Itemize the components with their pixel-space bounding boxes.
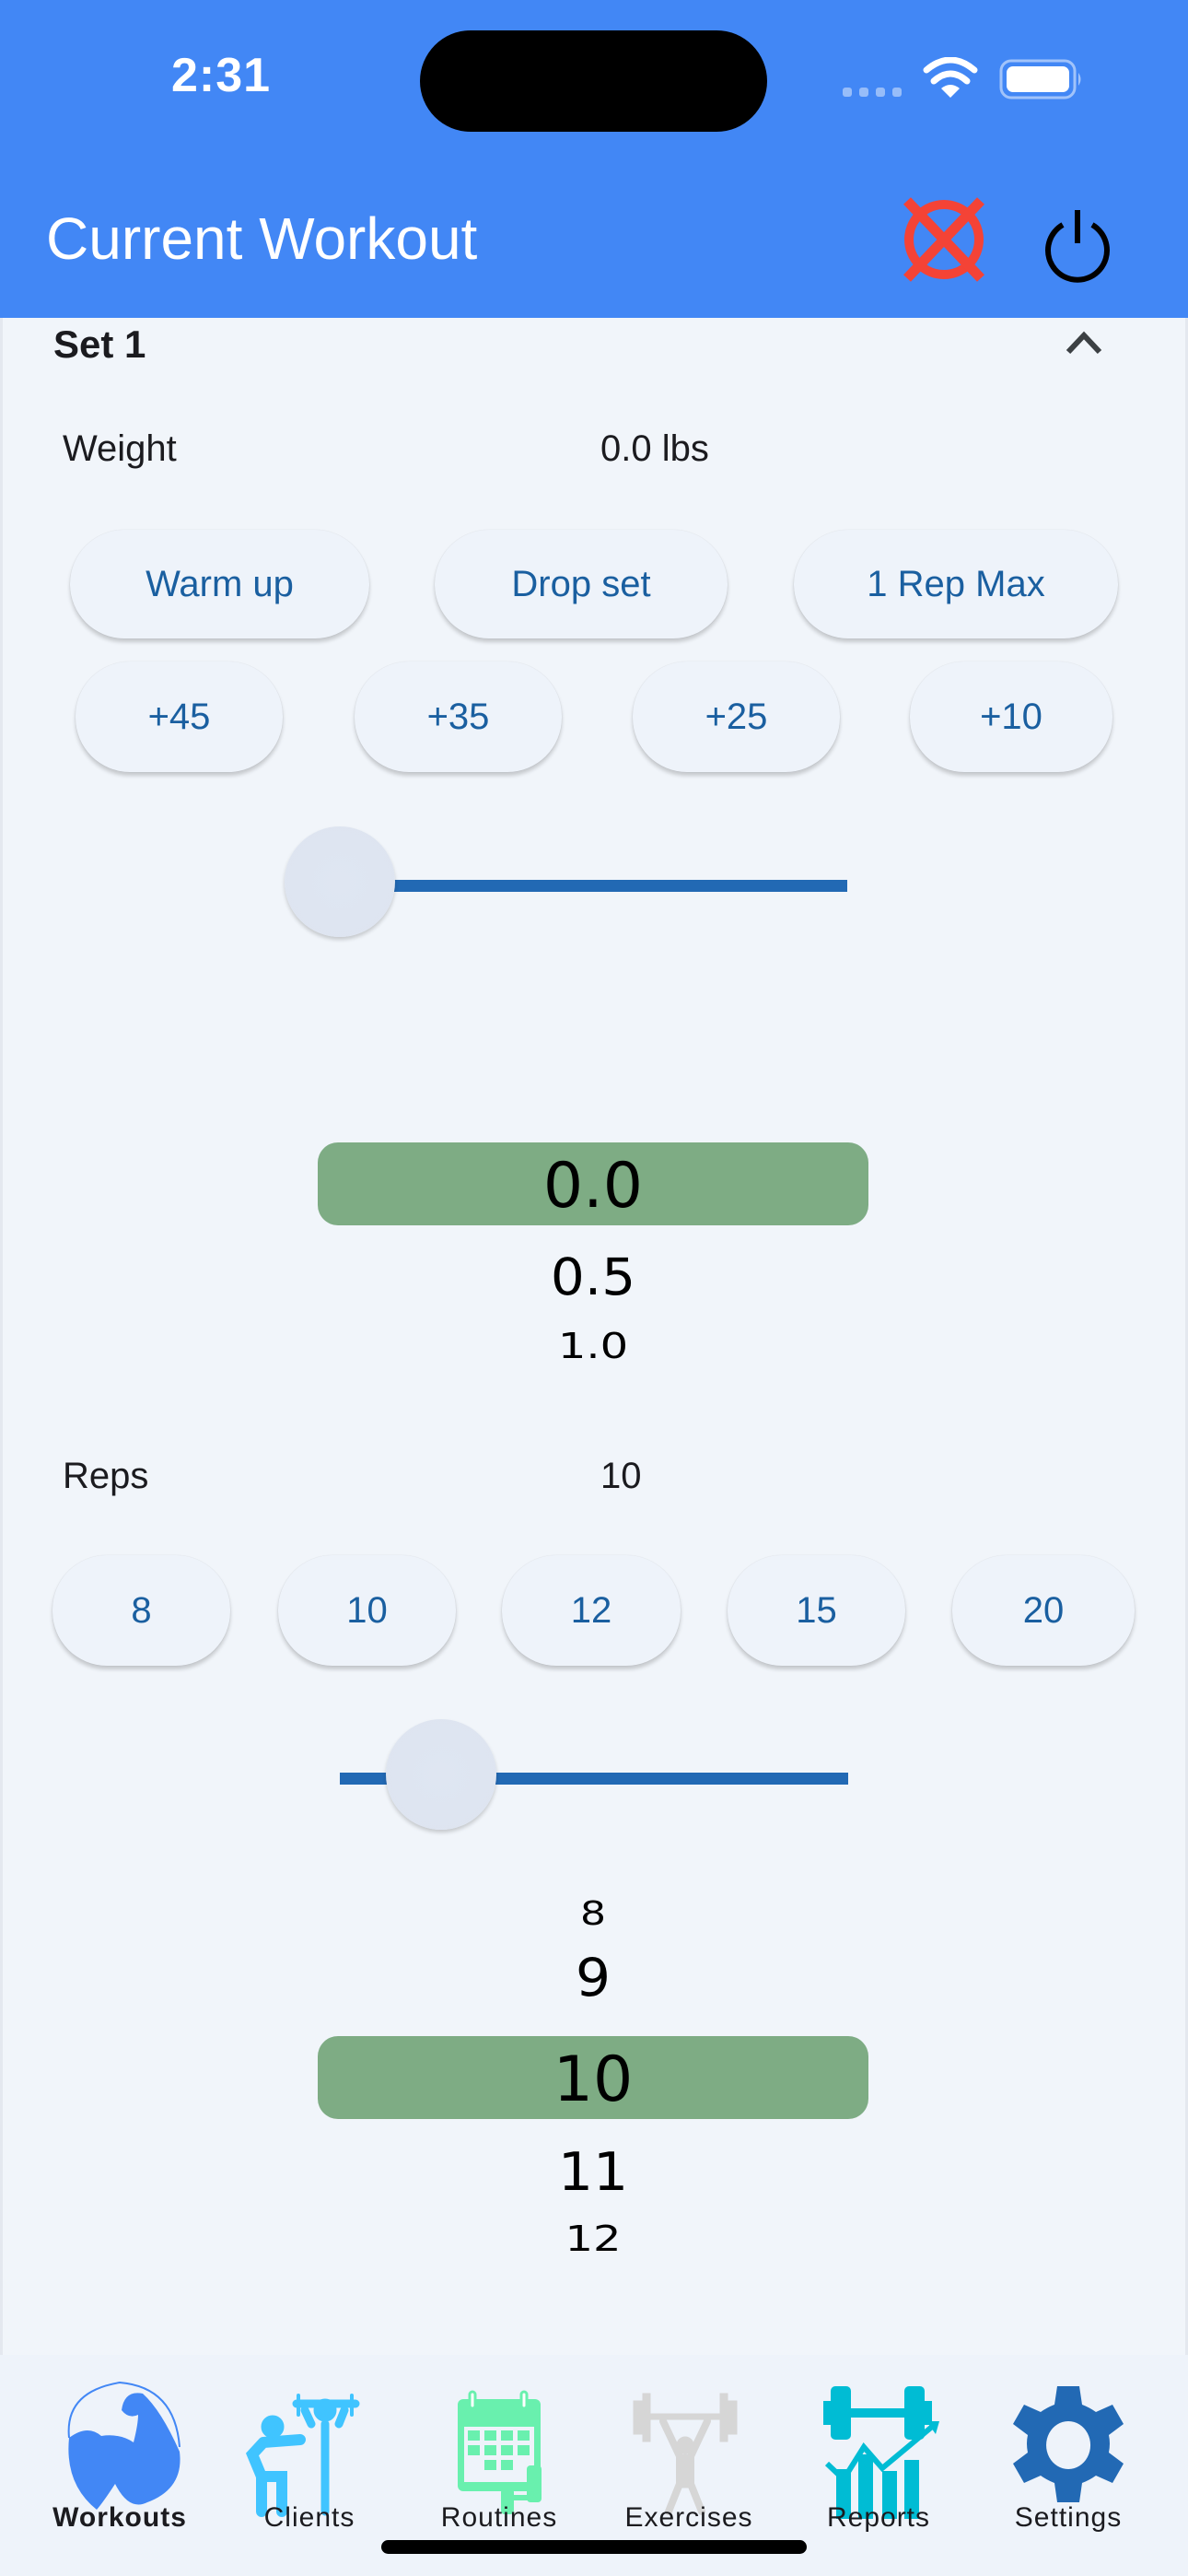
weight-label: Weight	[63, 428, 177, 469]
battery-icon	[999, 59, 1081, 100]
power-icon	[1045, 210, 1110, 283]
tab-label: Clients	[263, 2502, 355, 2533]
tab-clients[interactable]: Clients	[217, 2355, 402, 2539]
tab-exercises[interactable]: Exercises	[597, 2355, 781, 2539]
cellular-signal-icon	[843, 88, 902, 97]
home-indicator	[381, 2540, 807, 2554]
tab-label: Routines	[440, 2502, 558, 2533]
reps-slider[interactable]	[285, 1719, 903, 1839]
flexed-bicep-icon	[67, 2381, 181, 2510]
weight-picker[interactable]: 0.0 0.5 1.0	[318, 1142, 868, 1373]
status-time: 2:31	[171, 49, 272, 102]
picker-item: 9	[575, 1947, 611, 2009]
add-25-button[interactable]: +25	[633, 662, 840, 772]
reps-picker[interactable]: 8 9 10 11 12	[318, 1879, 868, 2266]
chevron-up-icon[interactable]	[1061, 324, 1107, 361]
reps-label: Reps	[63, 1456, 149, 1496]
tab-label: Reports	[826, 2502, 931, 2533]
app-header: 2:31 Current Workout	[0, 0, 1188, 318]
warm-up-button[interactable]: Warm up	[70, 530, 369, 638]
trainer-client-icon	[245, 2394, 360, 2517]
slider-thumb[interactable]	[386, 1719, 497, 1830]
picker-item-selected: 0.0	[542, 1150, 644, 1223]
reps-12-button[interactable]: 12	[502, 1555, 681, 1666]
calendar-dumbbell-icon	[458, 2390, 542, 2514]
reps-value: 10	[600, 1456, 642, 1496]
weight-value: 0.0 lbs	[600, 428, 709, 469]
weightlifter-icon	[633, 2393, 738, 2515]
tab-routines[interactable]: Routines	[407, 2355, 591, 2539]
reps-20-button[interactable]: 20	[952, 1555, 1135, 1666]
slider-track	[340, 880, 847, 892]
add-35-button[interactable]: +35	[355, 662, 562, 772]
cancel-workout-button[interactable]	[898, 193, 990, 286]
cancel-circle-x-icon	[903, 197, 984, 282]
add-45-button[interactable]: +45	[76, 662, 283, 772]
tab-workouts[interactable]: Workouts	[28, 2355, 212, 2539]
drop-set-button[interactable]: Drop set	[435, 530, 728, 638]
reps-15-button[interactable]: 15	[728, 1555, 905, 1666]
picker-item: 11	[557, 2141, 629, 2204]
picker-item: 0.5	[550, 1247, 636, 1307]
gear-icon	[1013, 2386, 1124, 2502]
wifi-icon	[923, 57, 978, 98]
add-10-button[interactable]: +10	[910, 662, 1112, 772]
dynamic-island	[420, 30, 767, 132]
one-rep-max-button[interactable]: 1 Rep Max	[794, 530, 1118, 638]
picker-item: 1.0	[557, 1325, 629, 1367]
page-title: Current Workout	[46, 205, 478, 272]
tab-settings[interactable]: Settings	[976, 2355, 1160, 2539]
picker-item: 12	[565, 2218, 622, 2260]
set-title: Set 1	[53, 322, 146, 366]
weight-slider[interactable]	[285, 826, 903, 946]
slider-thumb[interactable]	[285, 826, 395, 937]
reps-10-button[interactable]: 10	[278, 1555, 456, 1666]
tab-label: Exercises	[624, 2502, 753, 2533]
dumbbell-chart-icon	[823, 2386, 939, 2519]
tab-reports[interactable]: Reports	[786, 2355, 971, 2539]
tab-label: Settings	[1014, 2502, 1123, 2533]
picker-item-selected: 10	[553, 2043, 634, 2116]
power-button[interactable]	[1031, 195, 1124, 287]
picker-item: 8	[580, 1895, 606, 1933]
tab-label: Workouts	[52, 2502, 187, 2533]
reps-8-button[interactable]: 8	[52, 1555, 230, 1666]
